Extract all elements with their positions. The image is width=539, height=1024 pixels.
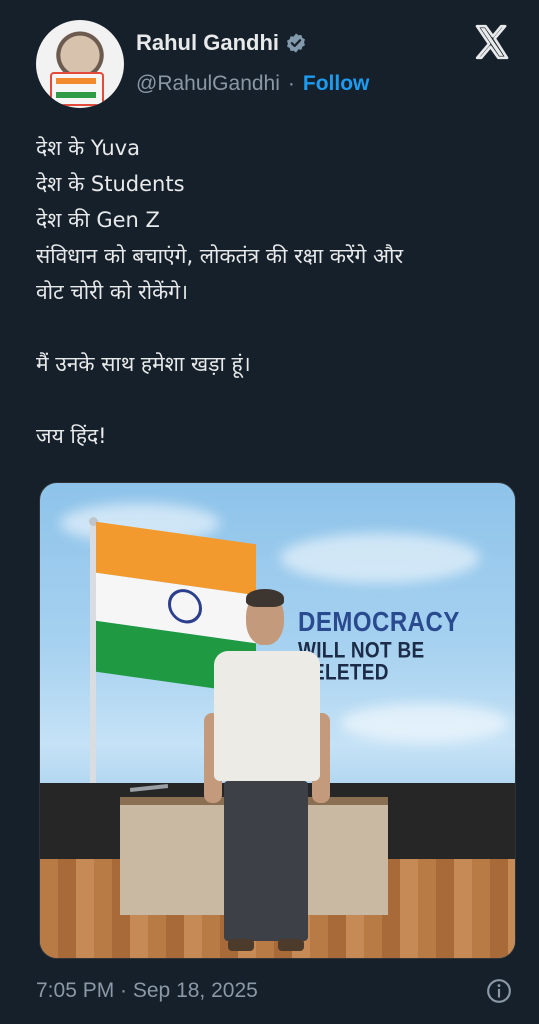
tweet-card: Rahul Gandhi @RahulGandhi · Follow देश क… [6, 0, 533, 1024]
shirt [214, 651, 320, 781]
cloud [340, 703, 510, 743]
x-logo-icon[interactable] [472, 22, 512, 62]
ashoka-chakra-icon [168, 586, 202, 626]
info-icon[interactable] [486, 978, 512, 1004]
verified-badge-icon [287, 33, 305, 53]
separator-dot: · [287, 72, 295, 95]
right-shoe [278, 939, 304, 951]
slogan: DEMOCRACY WILL NOT BE DELETED [298, 606, 515, 685]
slogan-line-2: WILL NOT BE DELETED [298, 639, 425, 685]
avatar[interactable] [36, 20, 124, 108]
cloud [280, 533, 480, 583]
follow-button[interactable]: Follow [303, 72, 370, 96]
handle-row: @RahulGandhi · Follow [136, 72, 369, 96]
author-name[interactable]: Rahul Gandhi [136, 30, 279, 56]
author-handle[interactable]: @RahulGandhi [136, 72, 280, 96]
left-shoe [228, 939, 254, 951]
author-name-row: Rahul Gandhi [136, 30, 307, 56]
timestamp[interactable]: 7:05 PM · Sep 18, 2025 [36, 979, 258, 1003]
hair [246, 589, 284, 607]
tweet-header: Rahul Gandhi @RahulGandhi · Follow [36, 20, 516, 110]
slogan-line-1: DEMOCRACY [298, 606, 460, 638]
person [204, 589, 330, 953]
tweet-text: देश के Yuva देश के Students देश की Gen Z… [36, 136, 404, 448]
tweet-footer: 7:05 PM · Sep 18, 2025 [36, 976, 512, 1006]
pants [224, 781, 308, 941]
tweet-image[interactable]: DEMOCRACY WILL NOT BE DELETED [39, 482, 516, 959]
avatar-badge [50, 72, 104, 106]
